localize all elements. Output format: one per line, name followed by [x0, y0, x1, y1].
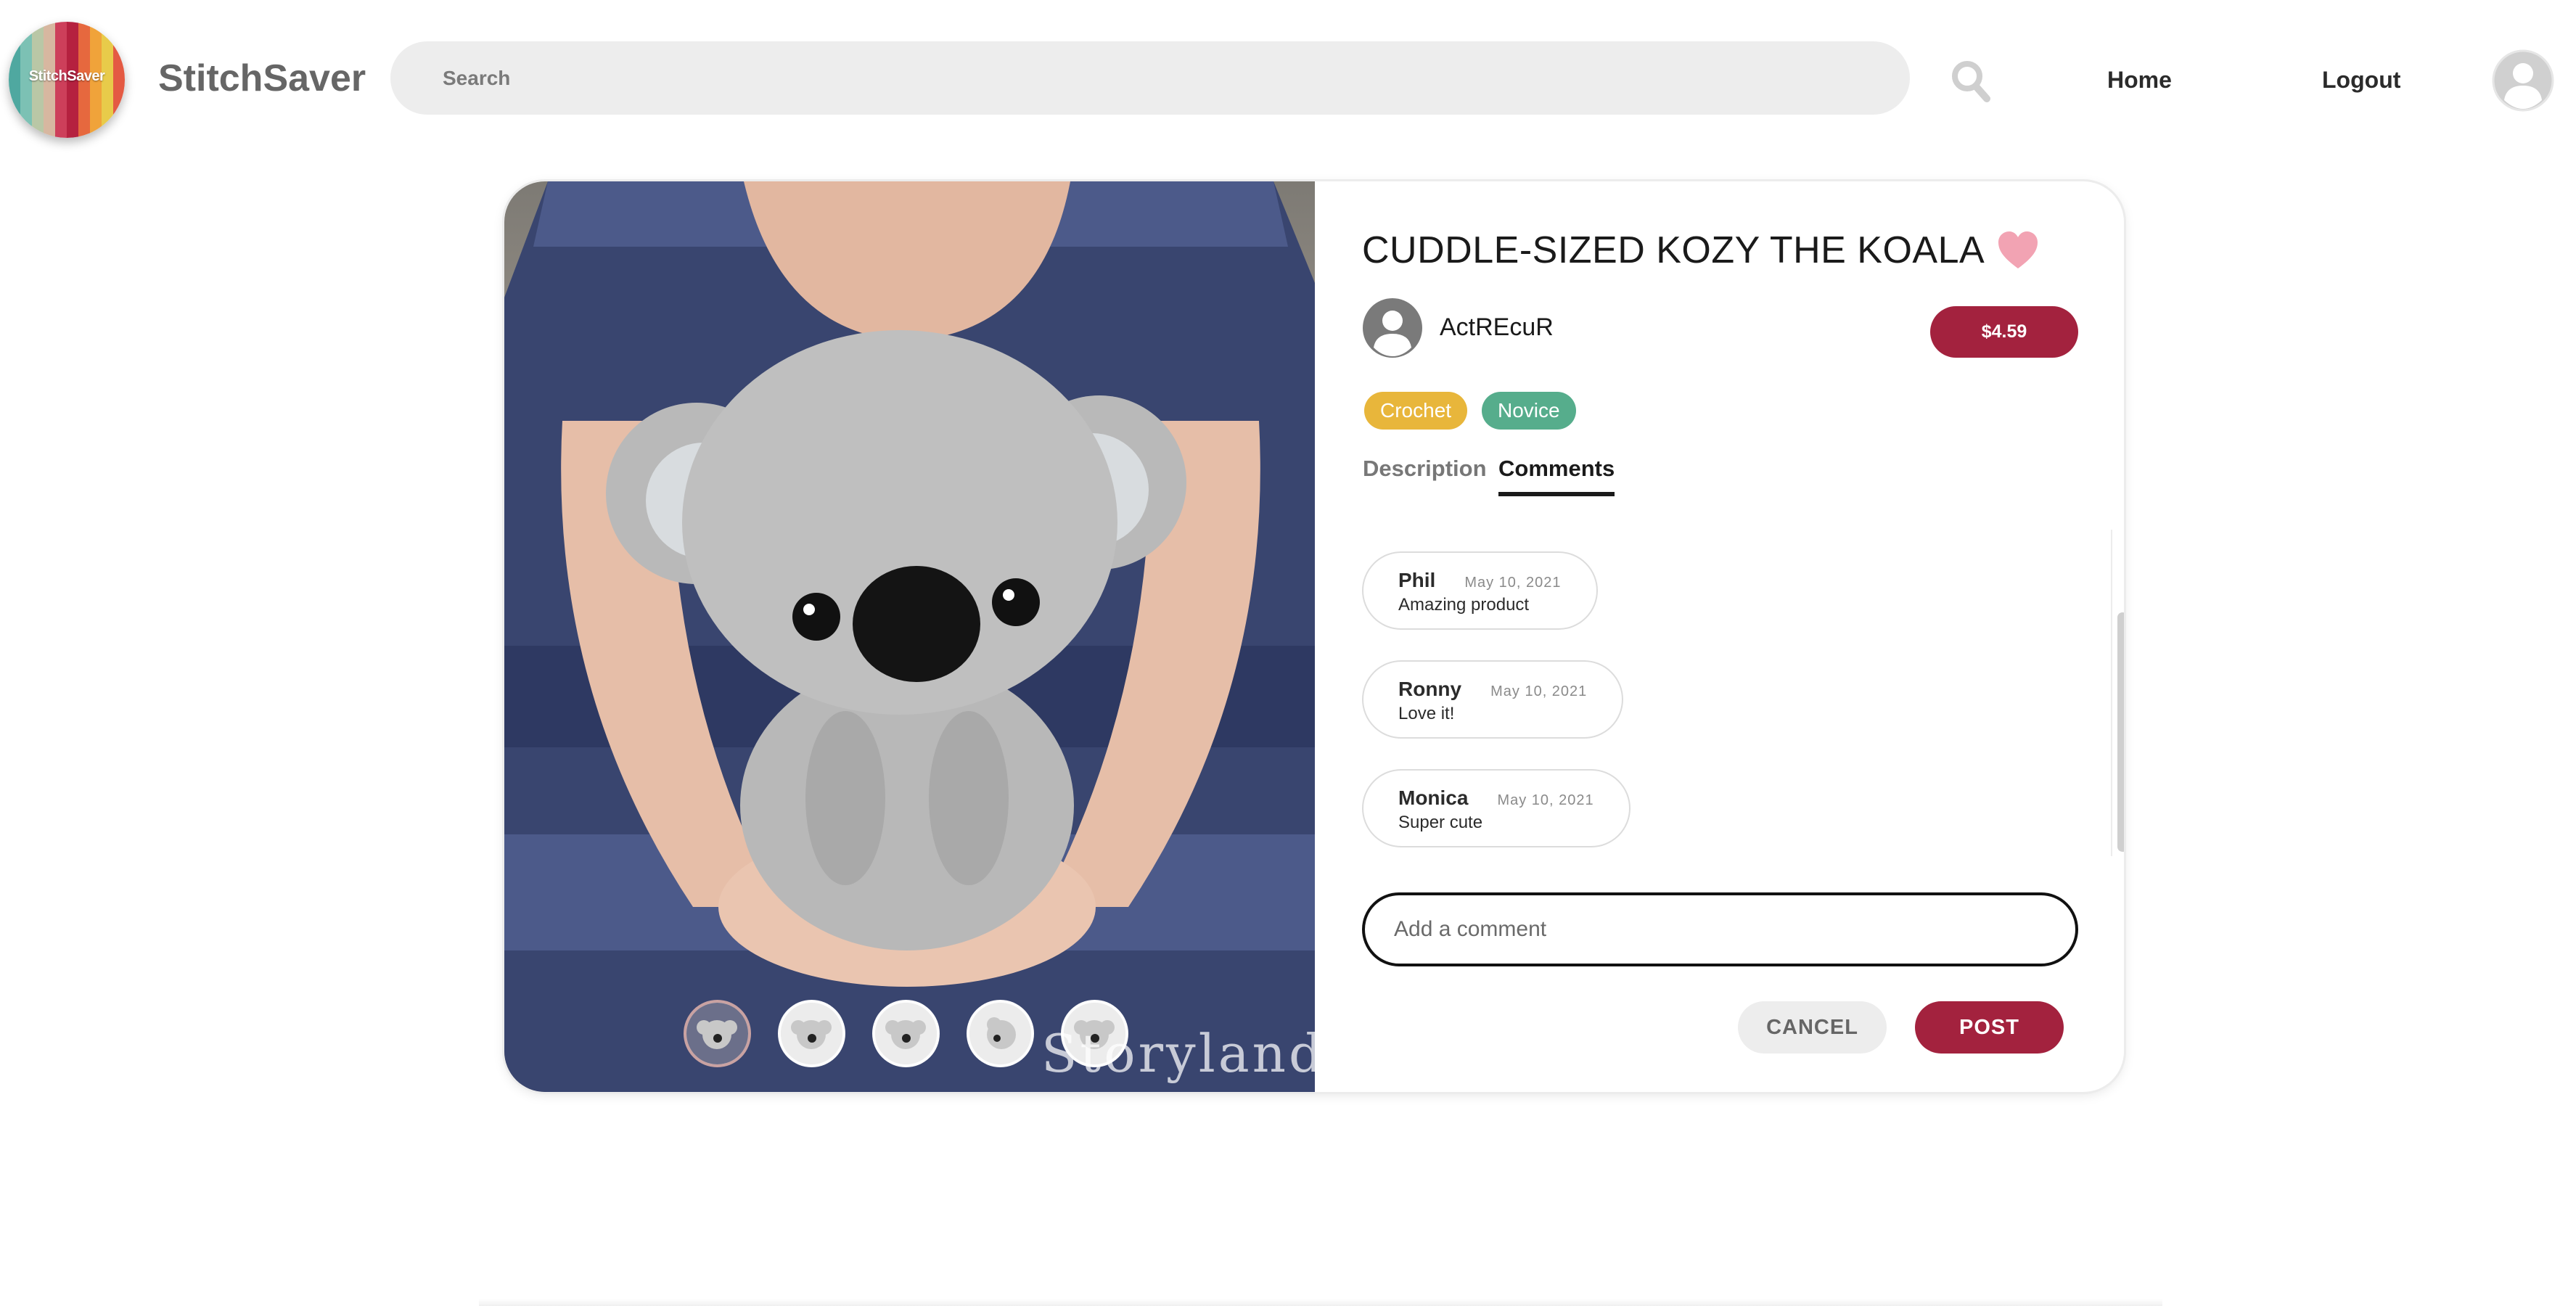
comment-input[interactable] [1362, 892, 2078, 966]
heart-icon [1998, 231, 2038, 268]
footer-divider [479, 1299, 2162, 1306]
nav-home-link[interactable]: Home [2107, 67, 2172, 94]
tab-comments[interactable]: Comments [1498, 456, 1615, 496]
photo-watermark: Storyland Ar [1041, 1023, 1315, 1084]
koala-thumbnail-icon [969, 1003, 1031, 1064]
nav-logout-link[interactable]: Logout [2322, 67, 2400, 94]
search-bar[interactable] [390, 41, 1910, 115]
tag-skill-level[interactable]: Novice [1482, 392, 1576, 430]
koala-thumbnail-icon [875, 1003, 937, 1064]
search-icon [1952, 61, 1990, 102]
thumbnail[interactable] [778, 1000, 845, 1067]
comment-item: Ronny May 10, 2021 Love it! [1362, 660, 1624, 739]
user-avatar-icon [2492, 49, 2554, 112]
logo-text: StitchSaver [28, 68, 105, 84]
comment-author: Phil [1398, 569, 1436, 591]
cancel-button[interactable]: CANCEL [1738, 1001, 1887, 1054]
site-logo[interactable]: StitchSaver [9, 22, 125, 138]
comment-date: May 10, 2021 [1464, 575, 1562, 591]
author-avatar[interactable] [1362, 297, 1423, 358]
comment-author: Ronny [1398, 678, 1462, 700]
favorite-button[interactable] [1997, 231, 2039, 270]
thumbnail[interactable] [684, 1000, 751, 1067]
post-button[interactable]: POST [1915, 1001, 2064, 1054]
comment-date: May 10, 2021 [1497, 792, 1594, 808]
koala-thumbnail-icon [686, 1003, 748, 1064]
koala-thumbnail-icon [781, 1003, 842, 1064]
tag-craft[interactable]: Crochet [1364, 392, 1468, 430]
comment-item: Monica May 10, 2021 Super cute [1362, 769, 1630, 847]
product-details: CUDDLE-SIZED KOZY THE KOALA ActREcuR $4.… [1315, 181, 2124, 1092]
search-input[interactable] [441, 65, 1910, 91]
comments-list: Phil May 10, 2021 Amazing product Ronny Ma… [1362, 551, 2066, 871]
author-name[interactable]: ActREcuR [1440, 313, 1554, 342]
thumbnail[interactable] [967, 1000, 1034, 1067]
thumbnail[interactable] [872, 1000, 940, 1067]
koala-photo-illustration [504, 181, 1315, 1092]
comment-date: May 10, 2021 [1490, 683, 1588, 699]
tab-description[interactable]: Description [1363, 456, 1487, 492]
user-avatar[interactable] [2492, 49, 2554, 112]
brand-name[interactable]: StitchSaver [158, 57, 366, 100]
user-avatar-icon [1363, 298, 1422, 358]
scrollbar-thumb[interactable] [2117, 612, 2124, 852]
comment-item: Phil May 10, 2021 Amazing product [1362, 551, 1598, 630]
comment-text: Love it! [1398, 704, 1455, 723]
product-title: CUDDLE-SIZED KOZY THE KOALA [1362, 229, 1985, 271]
product-photo: Storyland Ar [504, 181, 1315, 1092]
comment-text: Super cute [1398, 813, 1483, 832]
comments-scrollbar[interactable] [2111, 530, 2124, 856]
price-button[interactable]: $4.59 [1930, 306, 2078, 358]
search-button[interactable] [1951, 59, 1991, 103]
comment-text: Amazing product [1398, 595, 1530, 615]
comment-author: Monica [1398, 787, 1469, 809]
product-card: Storyland Ar CUDDLE-SIZED KOZY THE KOALA… [504, 181, 2124, 1092]
